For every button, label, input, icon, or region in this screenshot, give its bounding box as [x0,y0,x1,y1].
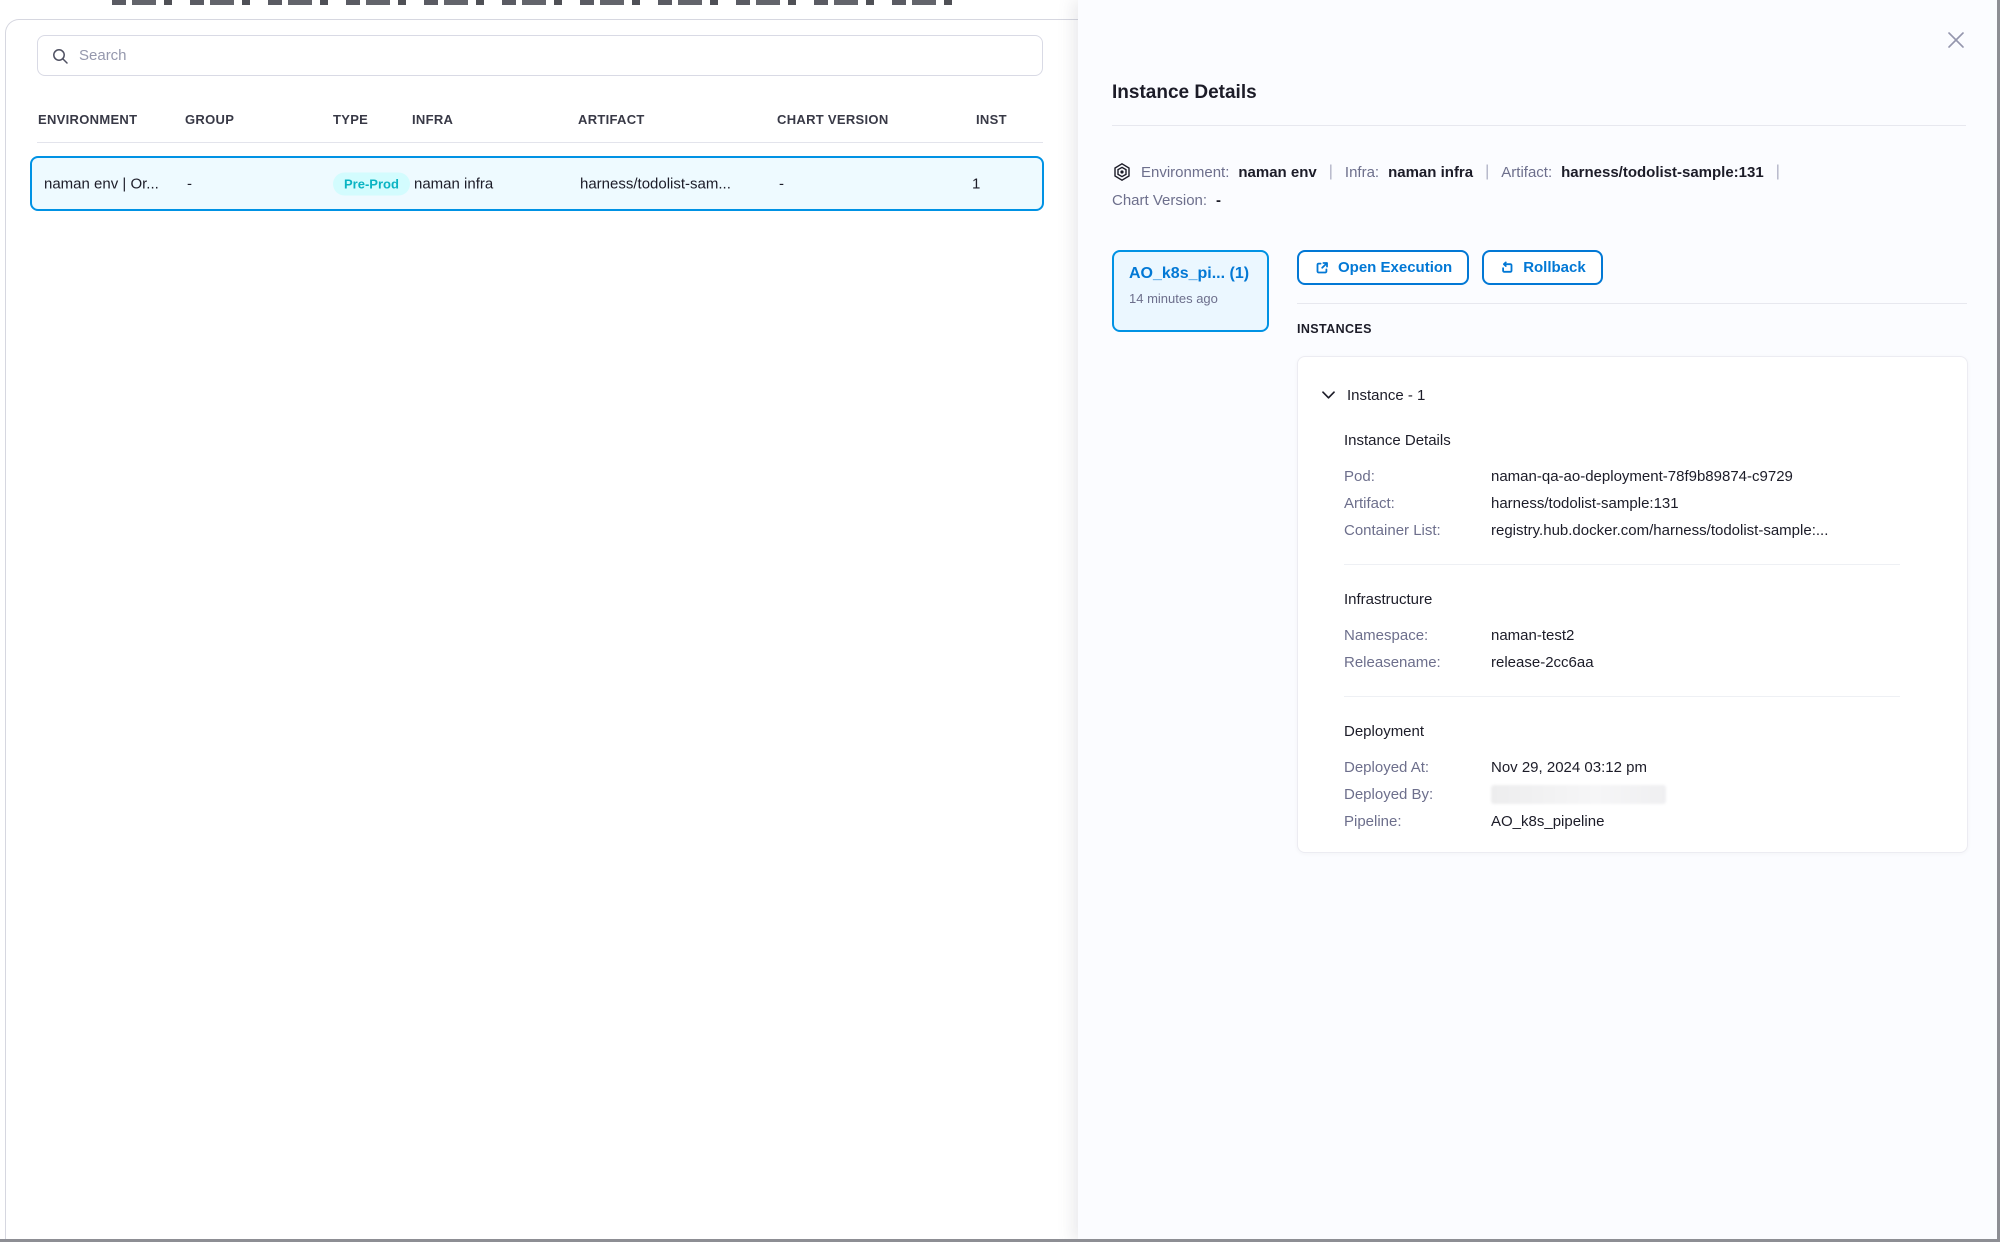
detail-label: Namespace: [1344,627,1491,644]
chevron-down-icon [1322,391,1335,399]
detail-label: Deployed By: [1344,786,1491,803]
section-divider [1344,696,1900,697]
environments-search[interactable] [37,35,1043,76]
cell-environment: naman env | Or... [44,175,159,192]
meta-separator: | [1326,163,1336,181]
chart-version-label: Chart Version: [1112,192,1207,209]
open-execution-button[interactable]: Open Execution [1297,250,1469,285]
detail-label: Pipeline: [1344,813,1491,830]
instances-card: Instance - 1 Instance Details Pod: naman… [1297,356,1968,853]
detail-value: naman-test2 [1491,627,1574,644]
open-execution-label: Open Execution [1338,259,1452,276]
table-row[interactable]: naman env | Or... - Pre-Prod naman infra… [30,156,1044,211]
instances-heading: INSTANCES [1297,322,1372,336]
detail-label: Container List: [1344,522,1491,539]
execution-card-time: 14 minutes ago [1129,291,1252,306]
detail-row-pipeline: Pipeline: AO_k8s_pipeline [1344,808,1943,835]
section-heading: Deployment [1344,723,1943,745]
action-buttons: Open Execution Rollback [1297,250,1603,285]
clipped-background-content [112,0,962,5]
instance-details-drawer: Instance Details Environment: [1078,0,2000,1242]
deployment-meta: Environment: naman env | Infra: naman in… [1112,158,1982,214]
section-heading: Infrastructure [1344,591,1943,613]
pre-prod-badge: Pre-Prod [333,172,410,195]
detail-row-namespace: Namespace: naman-test2 [1344,622,1943,649]
col-group: GROUP [185,112,234,127]
environment-icon [1112,162,1132,182]
search-icon [51,47,69,65]
detail-value: harness/todolist-sample:131 [1491,495,1679,512]
infra-label: Infra: [1345,164,1379,181]
section-deployment: Deployment Deployed At: Nov 29, 2024 03:… [1322,723,1943,835]
rollback-button[interactable]: Rollback [1482,250,1603,285]
detail-label: Pod: [1344,468,1491,485]
detail-value: Nov 29, 2024 03:12 pm [1491,759,1647,776]
col-inst: INST [976,112,1007,127]
detail-value: registry.hub.docker.com/harness/todolist… [1491,522,1828,539]
actions-divider [1297,303,1967,304]
rollback-label: Rollback [1523,259,1586,276]
cell-inst: 1 [972,175,980,192]
meta-separator: | [1773,163,1783,181]
artifact-value: harness/todolist-sample:131 [1561,164,1764,181]
detail-value: AO_k8s_pipeline [1491,813,1604,830]
artifact-label: Artifact: [1501,164,1552,181]
section-instance-details: Instance Details Pod: naman-qa-ao-deploy… [1322,432,1943,544]
cell-artifact: harness/todolist-sam... [580,175,731,192]
detail-label: Artifact: [1344,495,1491,512]
external-link-icon [1314,260,1330,276]
environment-value: naman env [1238,164,1316,181]
drawer-title: Instance Details [1112,82,1257,104]
detail-label: Releasename: [1344,654,1491,671]
cell-infra: naman infra [414,175,493,192]
col-artifact: ARTIFACT [578,112,645,127]
infra-value: naman infra [1388,164,1473,181]
col-environment: ENVIRONMENT [38,112,137,127]
col-infra: INFRA [412,112,453,127]
drawer-header-divider [1112,125,1966,126]
instance-title: Instance - 1 [1347,387,1425,404]
detail-row-deployed-at: Deployed At: Nov 29, 2024 03:12 pm [1344,754,1943,781]
col-chart-version: CHART VERSION [777,112,889,127]
execution-card-title: AO_k8s_pi... (1) [1129,265,1252,283]
detail-row-deployed-by: Deployed By: [1344,781,1943,808]
detail-row-pod: Pod: naman-qa-ao-deployment-78f9b89874-c… [1344,463,1943,490]
col-type: TYPE [333,112,368,127]
search-input[interactable] [79,47,1029,64]
meta-separator: | [1482,163,1492,181]
redacted-value [1491,785,1666,804]
section-infrastructure: Infrastructure Namespace: naman-test2 Re… [1322,591,1943,676]
rollback-icon [1499,260,1515,276]
detail-row-artifact: Artifact: harness/todolist-sample:131 [1344,490,1943,517]
detail-row-releasename: Releasename: release-2cc6aa [1344,649,1943,676]
table-header-divider [37,142,1043,143]
chart-version-value: - [1216,192,1221,209]
instance-accordion-header[interactable]: Instance - 1 [1322,384,1943,406]
section-heading: Instance Details [1344,432,1943,454]
detail-label: Deployed At: [1344,759,1491,776]
detail-value: release-2cc6aa [1491,654,1594,671]
detail-value: naman-qa-ao-deployment-78f9b89874-c9729 [1491,468,1793,485]
execution-card[interactable]: AO_k8s_pi... (1) 14 minutes ago [1112,250,1269,332]
section-divider [1344,564,1900,565]
cell-type: Pre-Prod [333,172,410,195]
app-window: ENVIRONMENT GROUP TYPE INFRA ARTIFACT CH… [0,0,2000,1242]
detail-row-container-list: Container List: registry.hub.docker.com/… [1344,517,1943,544]
cell-group: - [187,175,192,192]
environment-label: Environment: [1141,164,1229,181]
cell-chart-version: - [779,175,784,192]
close-icon[interactable] [1942,26,1970,54]
